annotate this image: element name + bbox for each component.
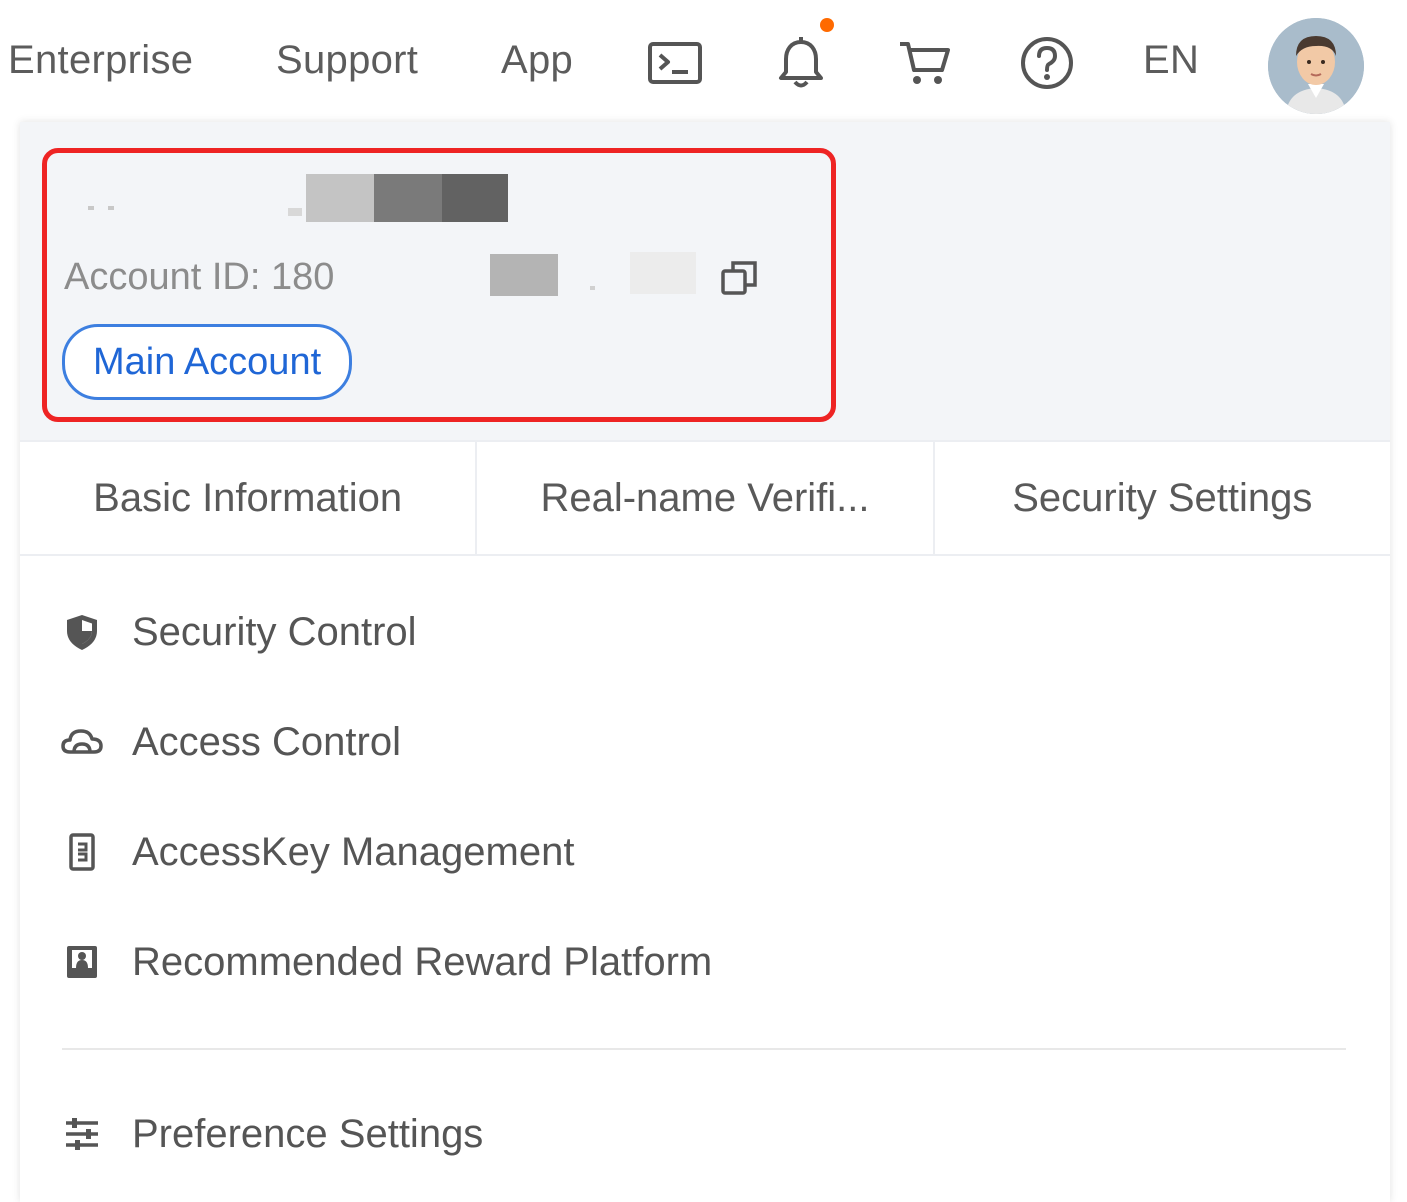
help-icon[interactable] [1018,34,1076,92]
account-header: Account ID: 180 Main Account [20,122,1390,440]
language-switch[interactable]: EN [1143,38,1199,83]
tab-real-name-verification[interactable]: Real-name Verifi... [477,442,935,554]
copy-icon[interactable] [720,258,760,298]
main-account-tag: Main Account [62,324,353,400]
top-navigation: Enterprise Support App EN [0,0,1407,125]
account-dropdown-panel: Account ID: 180 Main Account Basic Infor… [20,122,1390,1202]
account-tabs: Basic Information Real-name Verifi... Se… [20,440,1390,556]
tab-basic-information[interactable]: Basic Information [20,442,478,554]
cart-icon[interactable] [896,34,954,92]
shield-icon [60,610,104,654]
bell-icon[interactable] [772,34,830,92]
menu-divider [62,1048,1346,1050]
menu-item-label: Preference Settings [132,1111,484,1156]
menu-item-preference-settings[interactable]: Preference Settings [60,1094,483,1174]
menu-item-label: AccessKey Management [132,829,575,874]
terminal-icon[interactable] [646,34,704,92]
menu-item-label: Recommended Reward Platform [132,939,713,984]
key-icon [60,830,104,874]
notification-dot [820,18,834,32]
avatar[interactable] [1268,18,1364,114]
nav-app-link[interactable]: App [501,38,573,83]
menu-item-label: Access Control [132,719,401,764]
sliders-icon [60,1112,104,1156]
account-id-label: Account ID: 180 [64,256,335,298]
menu-item-access-control[interactable]: Access Control [60,702,401,782]
nav-enterprise-link[interactable]: Enterprise [8,38,193,83]
menu-item-accesskey-management[interactable]: AccessKey Management [60,812,574,892]
nav-support-link[interactable]: Support [276,38,418,83]
menu-item-label: Security Control [132,609,417,654]
tab-security-settings[interactable]: Security Settings [935,442,1390,554]
cloud-icon [60,720,104,764]
menu-item-security-control[interactable]: Security Control [60,592,417,672]
masked-account-name [88,174,508,222]
reward-icon [60,940,104,984]
menu-item-recommended-reward-platform[interactable]: Recommended Reward Platform [60,922,712,1002]
masked-account-id [490,252,696,296]
